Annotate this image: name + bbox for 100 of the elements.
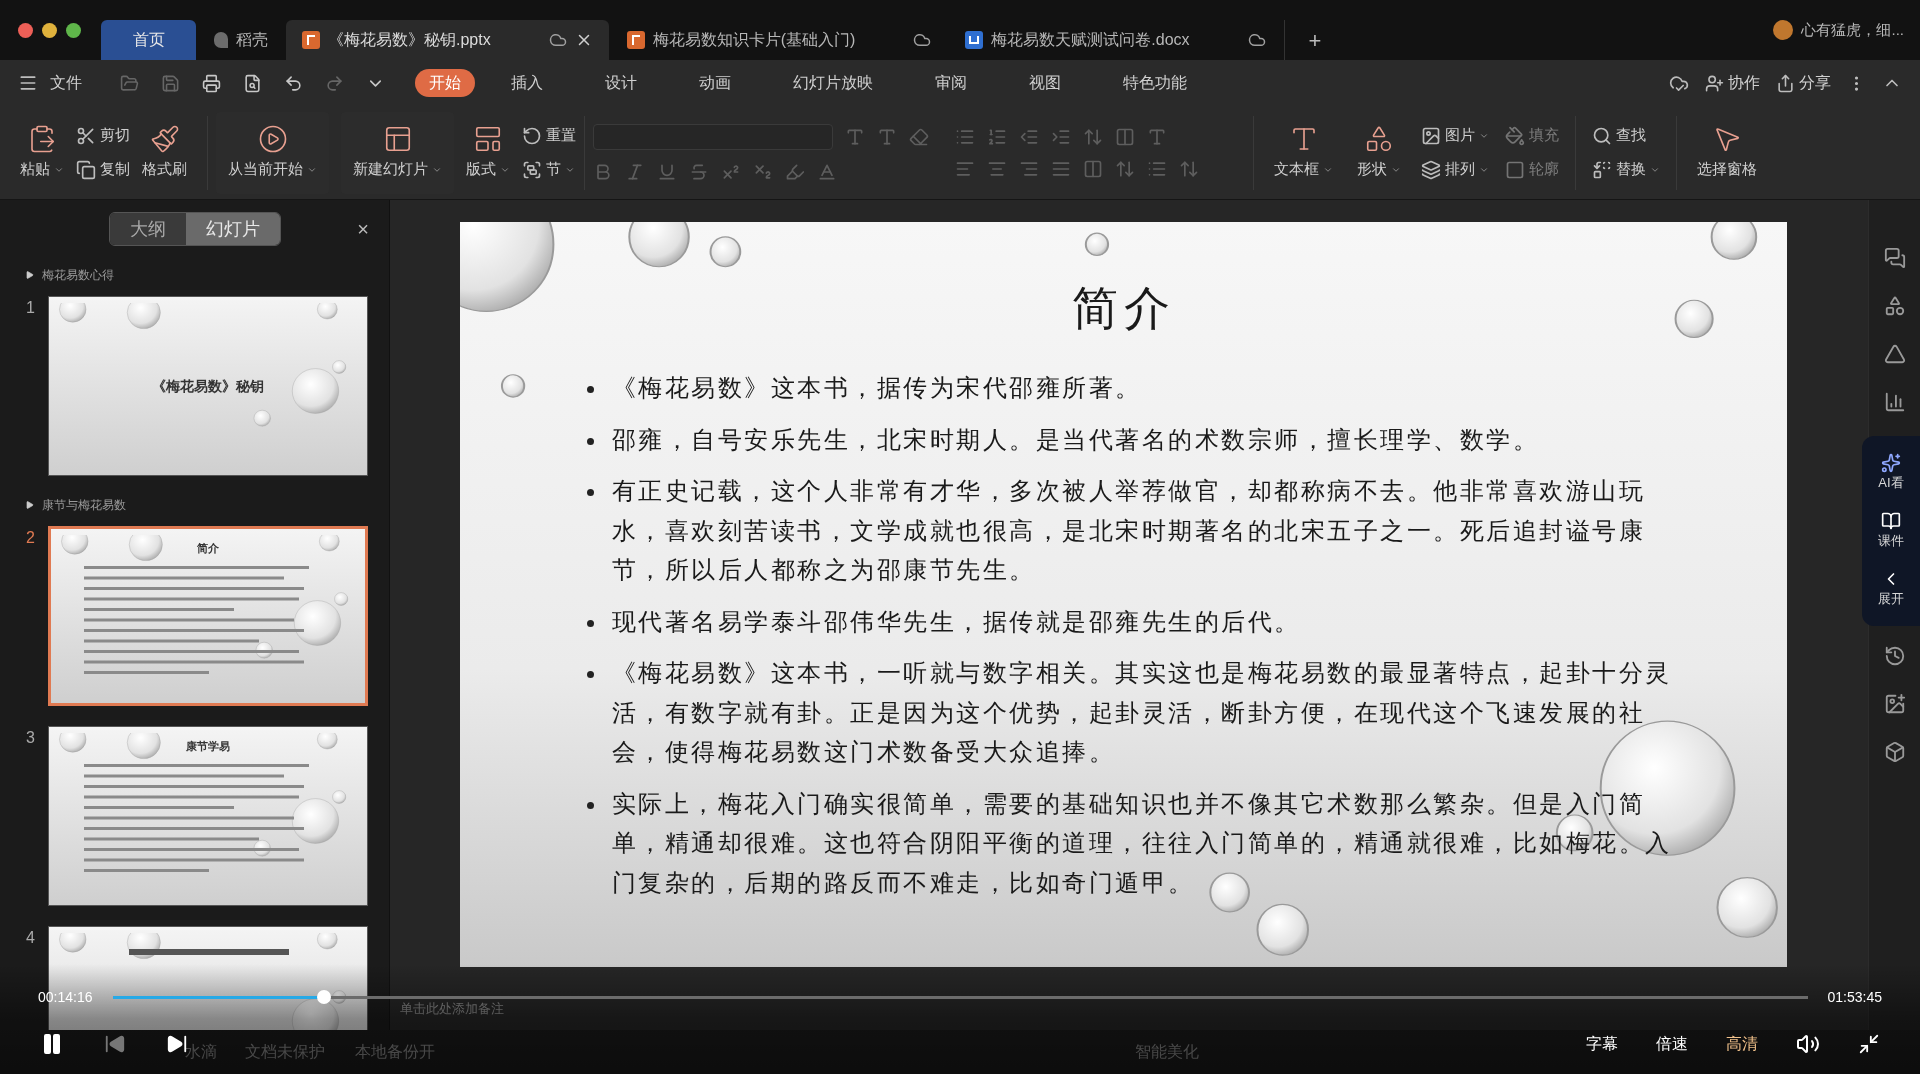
section-button[interactable]: 节 bbox=[522, 154, 576, 185]
italic-icon[interactable] bbox=[625, 161, 645, 182]
side-panel-button[interactable]: AI看 bbox=[1878, 453, 1904, 493]
text-box-button[interactable]: 文本框 bbox=[1262, 111, 1345, 194]
print-icon[interactable] bbox=[202, 73, 221, 93]
collaborate-button[interactable]: 协作 bbox=[1705, 71, 1760, 95]
ribbon-tab[interactable]: 审阅 bbox=[921, 69, 981, 97]
document-tab[interactable]: 稻壳 bbox=[198, 20, 284, 60]
side-panel-button[interactable]: 课件 bbox=[1878, 511, 1904, 551]
bullet-text: 有正史记载，这个人非常有才华，多次被人举荐做官，却都称病不去。他非常喜欢游山玩水，喜欢刻苦读书，文学成就也很高，是北宋时期著名的北宋五子之一。死后追封谥号康节，所以后人都称之为邵康节先生。 bbox=[611, 476, 1646, 586]
ribbon-tab[interactable]: 设计 bbox=[591, 69, 651, 97]
presentation-file-icon bbox=[302, 31, 320, 49]
fill-button[interactable]: 填充 bbox=[1505, 120, 1559, 151]
replace-icon bbox=[1592, 159, 1612, 180]
menu-icon[interactable] bbox=[18, 73, 38, 93]
arrange-button[interactable]: 排列 bbox=[1421, 154, 1489, 185]
paintbrush-icon bbox=[149, 124, 180, 155]
document-tab[interactable]: 首页 bbox=[101, 20, 196, 60]
collapse-icon[interactable] bbox=[26, 271, 34, 279]
copy-button[interactable]: 复制 bbox=[76, 154, 130, 185]
highlighter-icon[interactable] bbox=[785, 161, 805, 182]
scissors-icon bbox=[76, 125, 96, 146]
presentation-file-icon bbox=[626, 31, 645, 49]
section-icon bbox=[522, 159, 542, 180]
bullet-text: 现代著名易学泰斗邵伟华先生，据传就是邵雍先生的后代。 bbox=[611, 606, 1301, 638]
format-painter-button[interactable]: 格式刷 bbox=[130, 111, 199, 194]
minimize-window-icon[interactable] bbox=[42, 22, 57, 38]
ribbon-tab[interactable]: 视图 bbox=[1015, 69, 1075, 97]
paste-button[interactable]: 粘贴 bbox=[8, 111, 76, 194]
section-title[interactable]: 康节与梅花易数 bbox=[42, 496, 126, 514]
bullet-text: 实际上，梅花入门确实很简单，需要的基础知识也并不像其它术数那么繁杂。但是入门简单，精通却很难。这也符合阴阳平衡的道理，往往入门简单的，精通就很难，比如梅花。入门复杂的，后期的路反而不难走，比如奇门遁甲。 bbox=[611, 788, 1673, 899]
slide-number: 4 bbox=[26, 928, 36, 948]
close-window-icon[interactable] bbox=[18, 22, 33, 38]
close-button[interactable]: × bbox=[357, 214, 369, 244]
document-file-icon bbox=[965, 31, 984, 49]
thumbnail-title: 简介 bbox=[197, 541, 219, 557]
document-tab[interactable]: 《梅花易数》秘钥.pptx bbox=[286, 20, 609, 60]
reset-button[interactable]: 重置 bbox=[522, 120, 576, 151]
undo-icon[interactable] bbox=[284, 73, 303, 93]
shape-button[interactable]: 形状 bbox=[1345, 111, 1413, 194]
replace-button[interactable]: 替换 bbox=[1592, 154, 1660, 185]
bullet-icon bbox=[586, 671, 594, 678]
history-icon[interactable] bbox=[1883, 645, 1906, 667]
cube-icon[interactable] bbox=[1883, 741, 1906, 763]
ribbon-tab[interactable]: 插入 bbox=[497, 69, 557, 97]
columns-icon[interactable] bbox=[1083, 158, 1103, 179]
bullet-text: 《梅花易数》这本书，一听就与数字相关。其实这也是梅花易数的最显著特点，起卦十分灵活，有数字就有卦。正是因为这个优势，起卦灵活，断卦方便，在现代这个飞速发展的社会，使得梅花易数这门术数备受大众追捧。 bbox=[611, 658, 1673, 768]
bullet-icon bbox=[586, 386, 594, 393]
user-name[interactable]: 心有猛虎，细... bbox=[1801, 18, 1904, 42]
theme-name: 水滴 bbox=[185, 1042, 217, 1062]
shapes-icon[interactable] bbox=[1883, 295, 1906, 317]
side-panel-button[interactable]: 展开 bbox=[1878, 569, 1904, 609]
slide-number: 2 bbox=[26, 528, 36, 548]
slide-thumbnail[interactable]: 《梅花易数》秘钥 bbox=[48, 296, 368, 476]
cut-button[interactable]: 剪切 bbox=[76, 120, 130, 151]
bullet-icon bbox=[586, 489, 594, 496]
eraser-icon[interactable] bbox=[909, 126, 929, 147]
bar-chart-icon[interactable] bbox=[1883, 391, 1906, 413]
find-button[interactable]: 查找 bbox=[1592, 120, 1660, 151]
document-tab[interactable]: 梅花易数天赋测试问卷.docx bbox=[949, 20, 1282, 60]
layers-icon bbox=[1421, 159, 1441, 180]
triangle-icon[interactable] bbox=[1883, 343, 1906, 365]
bullet-text: 《梅花易数》这本书，据传为宋代邵雍所著。 bbox=[611, 373, 1142, 404]
folder-icon[interactable] bbox=[120, 73, 139, 93]
avatar-icon[interactable] bbox=[1773, 20, 1794, 40]
collapse-icon[interactable] bbox=[26, 501, 34, 509]
save-icon[interactable] bbox=[161, 73, 180, 93]
share-icon bbox=[1776, 73, 1795, 93]
layout-button[interactable]: 版式 bbox=[454, 111, 522, 194]
section-title[interactable]: 梅花易数心得 bbox=[42, 266, 114, 284]
reset-icon bbox=[522, 125, 542, 146]
picture-button[interactable]: 图片 bbox=[1421, 120, 1489, 151]
sparkle-icon bbox=[1881, 453, 1901, 474]
document-tab[interactable]: 梅花易数知识卡片(基础入门) bbox=[610, 20, 948, 60]
ribbon-tab[interactable]: 动画 bbox=[685, 69, 745, 97]
panel-tab[interactable]: 大纲 bbox=[109, 213, 186, 245]
print-preview-icon[interactable] bbox=[243, 73, 262, 93]
image-icon[interactable] bbox=[1883, 693, 1906, 715]
slide-thumbnail[interactable]: 简介 bbox=[48, 526, 368, 706]
selection-pane-button[interactable]: 选择窗格 bbox=[1685, 111, 1769, 194]
slide-title: 简介 bbox=[1071, 280, 1176, 337]
cloud-sync-icon[interactable] bbox=[1669, 73, 1689, 93]
ribbon-tab[interactable]: 特色功能 bbox=[1109, 69, 1201, 97]
slide-number: 1 bbox=[26, 298, 36, 318]
add-user-icon bbox=[1705, 73, 1724, 93]
share-button[interactable]: 分享 bbox=[1776, 71, 1831, 95]
book-icon bbox=[1881, 511, 1901, 532]
comments-icon[interactable] bbox=[1883, 247, 1906, 269]
outline-button[interactable]: 轮廓 bbox=[1505, 154, 1559, 185]
search-icon bbox=[1592, 125, 1612, 146]
ribbon-tab[interactable]: 幻灯片放映 bbox=[779, 69, 887, 97]
columns-icon[interactable] bbox=[1115, 126, 1135, 147]
file-menu[interactable]: 文件 bbox=[50, 71, 82, 95]
outline-icon bbox=[1505, 159, 1525, 180]
slide-thumbnail[interactable]: 康节学易 bbox=[48, 726, 368, 906]
slide-number: 3 bbox=[26, 728, 36, 748]
panel-tab[interactable]: 幻灯片 bbox=[185, 213, 280, 245]
copy-icon bbox=[76, 159, 96, 180]
maximize-window-icon[interactable] bbox=[66, 22, 81, 38]
redo-icon[interactable] bbox=[325, 73, 344, 93]
